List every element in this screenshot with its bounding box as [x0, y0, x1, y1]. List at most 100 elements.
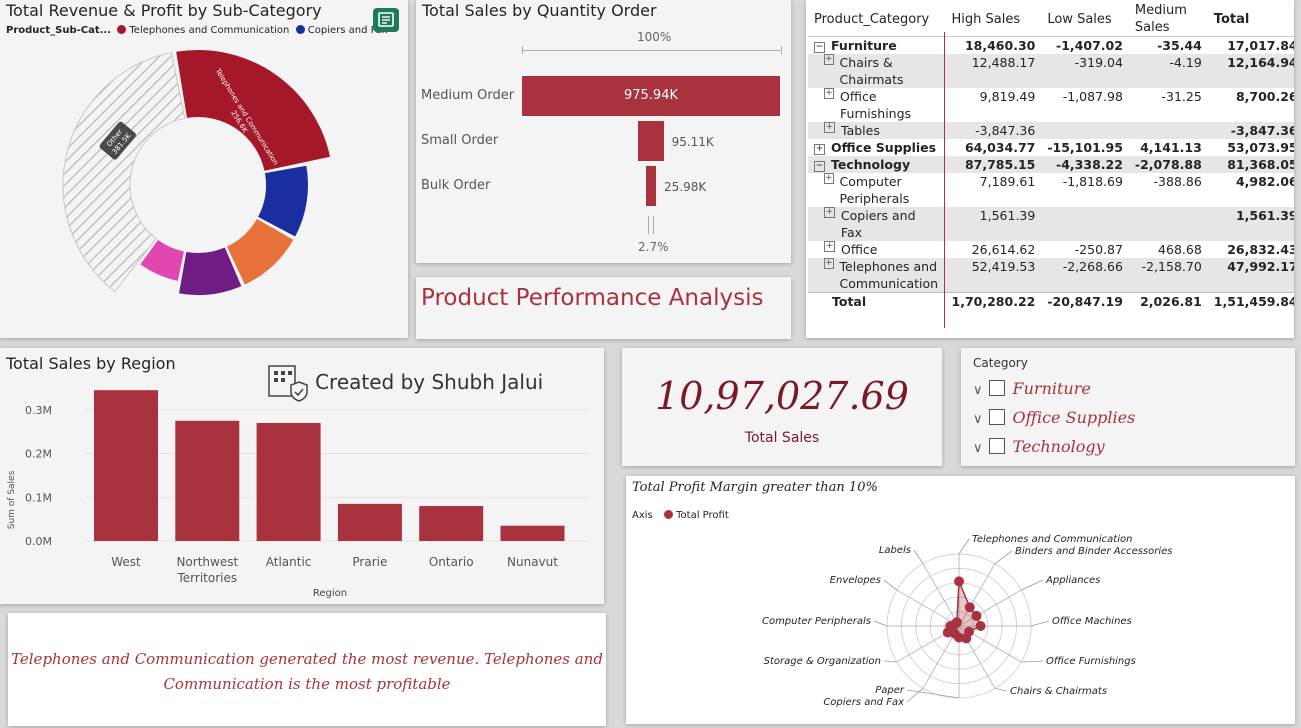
- checkbox[interactable]: [988, 409, 1005, 425]
- funnel-label-1: Small Order: [421, 133, 499, 148]
- radar-point-0[interactable]: [954, 576, 964, 587]
- bar-1[interactable]: [175, 420, 240, 541]
- donut-slice-0[interactable]: [176, 49, 331, 171]
- matrix-row[interactable]: − Technology 87,785.15 -4,338.22 -2,078.88 81…: [808, 156, 1294, 173]
- matrix-row-label: + Computer Peripherals: [808, 173, 946, 207]
- funnel-top-line: [522, 50, 780, 51]
- matrix-cell-low: [1041, 207, 1129, 241]
- insight-text: Telephones and Communication generated t…: [11, 650, 603, 693]
- collapse-icon[interactable]: −: [814, 161, 825, 172]
- matrix-header-cell[interactable]: Product_Category: [808, 2, 946, 37]
- expand-icon[interactable]: +: [824, 54, 834, 65]
- bar-5[interactable]: [500, 525, 565, 541]
- x-tick-3: Prarie: [352, 555, 387, 569]
- matrix-row[interactable]: + Office Furnishings 9,819.49 -1,087.98 -31.…: [808, 88, 1294, 122]
- radar-point-3[interactable]: [975, 621, 986, 631]
- radar-point-2[interactable]: [971, 610, 982, 621]
- matrix-row-label: + Office Furnishings: [808, 88, 946, 122]
- collapse-icon[interactable]: −: [814, 42, 825, 53]
- matrix-row-label: + Telephones and Communication: [808, 258, 946, 292]
- matrix-cell-medium: [1129, 207, 1208, 241]
- matrix-cell-high: 52,419.53: [971, 259, 1036, 274]
- checkbox[interactable]: [988, 380, 1005, 396]
- funnel-bar-1[interactable]: [638, 121, 664, 161]
- matrix-row[interactable]: + Telephones and Communication 52,419.53 -2…: [808, 258, 1294, 293]
- bar-2[interactable]: [256, 422, 321, 541]
- matrix-total-row: Total 1,70,280.22 -20,847.19 2,026.81 1,51,4…: [808, 292, 1294, 310]
- x-tick-5: Nunavut: [507, 555, 558, 569]
- funnel-title: Total Sales by Quantity Order: [422, 1, 657, 20]
- matrix-row-label: + Office Supplies: [808, 139, 946, 156]
- matrix-row-text: Computer Peripherals: [839, 174, 910, 206]
- page-heading: Product Performance Analysis: [421, 285, 764, 311]
- expand-icon[interactable]: +: [824, 258, 834, 269]
- created-by-box: Created by Shubh Jalui: [266, 362, 543, 402]
- radar-leader-5: [994, 687, 1008, 692]
- funnel-value-1: 95.11K: [671, 135, 714, 149]
- bar-0[interactable]: [94, 390, 158, 541]
- matrix-row[interactable]: + Tables -3,847.36 -3,847.36: [808, 122, 1294, 139]
- x-tick-0: West: [111, 555, 141, 569]
- matrix-header-cell[interactable]: High Sales: [945, 2, 1042, 37]
- radar-leader-1: [994, 550, 1013, 564]
- matrix-row[interactable]: + Office 26,614.62 -250.87 468.68 26,832.43: [808, 241, 1294, 258]
- matrix-row[interactable]: + Copiers and Fax 1,561.39 1,561.39: [808, 207, 1294, 241]
- matrix-total-label: Total: [808, 292, 946, 310]
- matrix-cell-total: 47,992.17: [1227, 259, 1294, 274]
- radar-point-11[interactable]: [951, 617, 962, 628]
- slicer-item-office-supplies[interactable]: ∨ Office Supplies: [973, 408, 1135, 427]
- radar-leader-0: [958, 538, 970, 555]
- funnel-bottom-bracket: [648, 216, 654, 234]
- funnel-bar-2[interactable]: [646, 166, 656, 206]
- matrix-row-label: − Technology: [808, 156, 946, 173]
- matrix-divider: [944, 32, 945, 328]
- slicer-item-label: Technology: [1012, 437, 1105, 456]
- matrix-cell-low: -1,407.02: [1056, 38, 1123, 53]
- expand-icon[interactable]: +: [824, 207, 835, 218]
- radar-panel: Total Profit Margin greater than 10% Axi…: [626, 476, 1295, 724]
- matrix-header-cell[interactable]: Medium Sales: [1128, 2, 1208, 37]
- bar-3[interactable]: [337, 503, 402, 541]
- matrix-row[interactable]: + Computer Peripherals 7,189.61 -1,818.69 -3…: [808, 173, 1294, 207]
- radar-leader-4: [1021, 660, 1044, 663]
- matrix-cell-low: -319.04: [1074, 55, 1123, 70]
- radar-label-8: Storage & Organization: [764, 656, 881, 667]
- matrix-header-cell[interactable]: Low Sales: [1041, 2, 1129, 37]
- matrix-row[interactable]: + Office Supplies 64,034.77 -15,101.95 4,141…: [808, 139, 1294, 156]
- radar-label-11: Labels: [879, 545, 911, 556]
- matrix-row[interactable]: − Furniture 18,460.30 -1,407.02 -35.44 17,017…: [808, 37, 1294, 55]
- expand-icon[interactable]: +: [824, 173, 834, 184]
- matrix-row-text: Copiers and Fax: [840, 208, 916, 240]
- expand-icon[interactable]: +: [824, 241, 835, 252]
- expand-icon[interactable]: +: [814, 144, 825, 155]
- matrix-cell-low: -1,818.69: [1062, 174, 1123, 189]
- heading-panel: Product Performance Analysis: [416, 277, 791, 339]
- chevron-down-icon[interactable]: ∨: [973, 383, 983, 398]
- matrix-row[interactable]: + Chairs & Chairmats 12,488.17 -319.04 -4.19…: [808, 54, 1294, 88]
- bar-4[interactable]: [419, 506, 484, 541]
- radar-label-10: Envelopes: [830, 575, 881, 586]
- expand-icon[interactable]: +: [824, 122, 835, 133]
- matrix-row-text: Telephones and Communication: [839, 259, 939, 291]
- kpi-label: Total Sales: [744, 430, 820, 446]
- matrix-cell-low: -250.87: [1074, 242, 1123, 257]
- chevron-down-icon[interactable]: ∨: [973, 412, 983, 427]
- funnel-label-0: Medium Order: [421, 88, 515, 103]
- slicer-item-furniture[interactable]: ∨ Furniture: [973, 379, 1091, 398]
- chevron-down-icon[interactable]: ∨: [973, 441, 983, 456]
- funnel-panel: Total Sales by Quantity Order 100% Mediu…: [416, 0, 791, 263]
- expand-icon[interactable]: +: [824, 88, 835, 99]
- checkbox[interactable]: [988, 438, 1005, 454]
- matrix-cell-low: -15,101.95: [1047, 140, 1123, 155]
- matrix-cell-total: 81,368.05: [1227, 157, 1294, 172]
- matrix-cell-total: 26,832.43: [1227, 242, 1294, 257]
- radar-label-5: Chairs & Chairmats: [1010, 686, 1107, 697]
- radar-leader-2: [1021, 579, 1044, 591]
- radar-point-1[interactable]: [964, 602, 975, 613]
- matrix-cell-low: -1,087.98: [1062, 89, 1123, 104]
- matrix-header-cell[interactable]: Total: [1207, 2, 1294, 37]
- slicer-item-technology[interactable]: ∨ Technology: [973, 437, 1105, 456]
- matrix-cell-high: 87,785.15: [964, 157, 1036, 172]
- matrix-cell-high: 12,488.17: [971, 55, 1036, 70]
- matrix-total-low: -20,847.19: [1041, 292, 1129, 310]
